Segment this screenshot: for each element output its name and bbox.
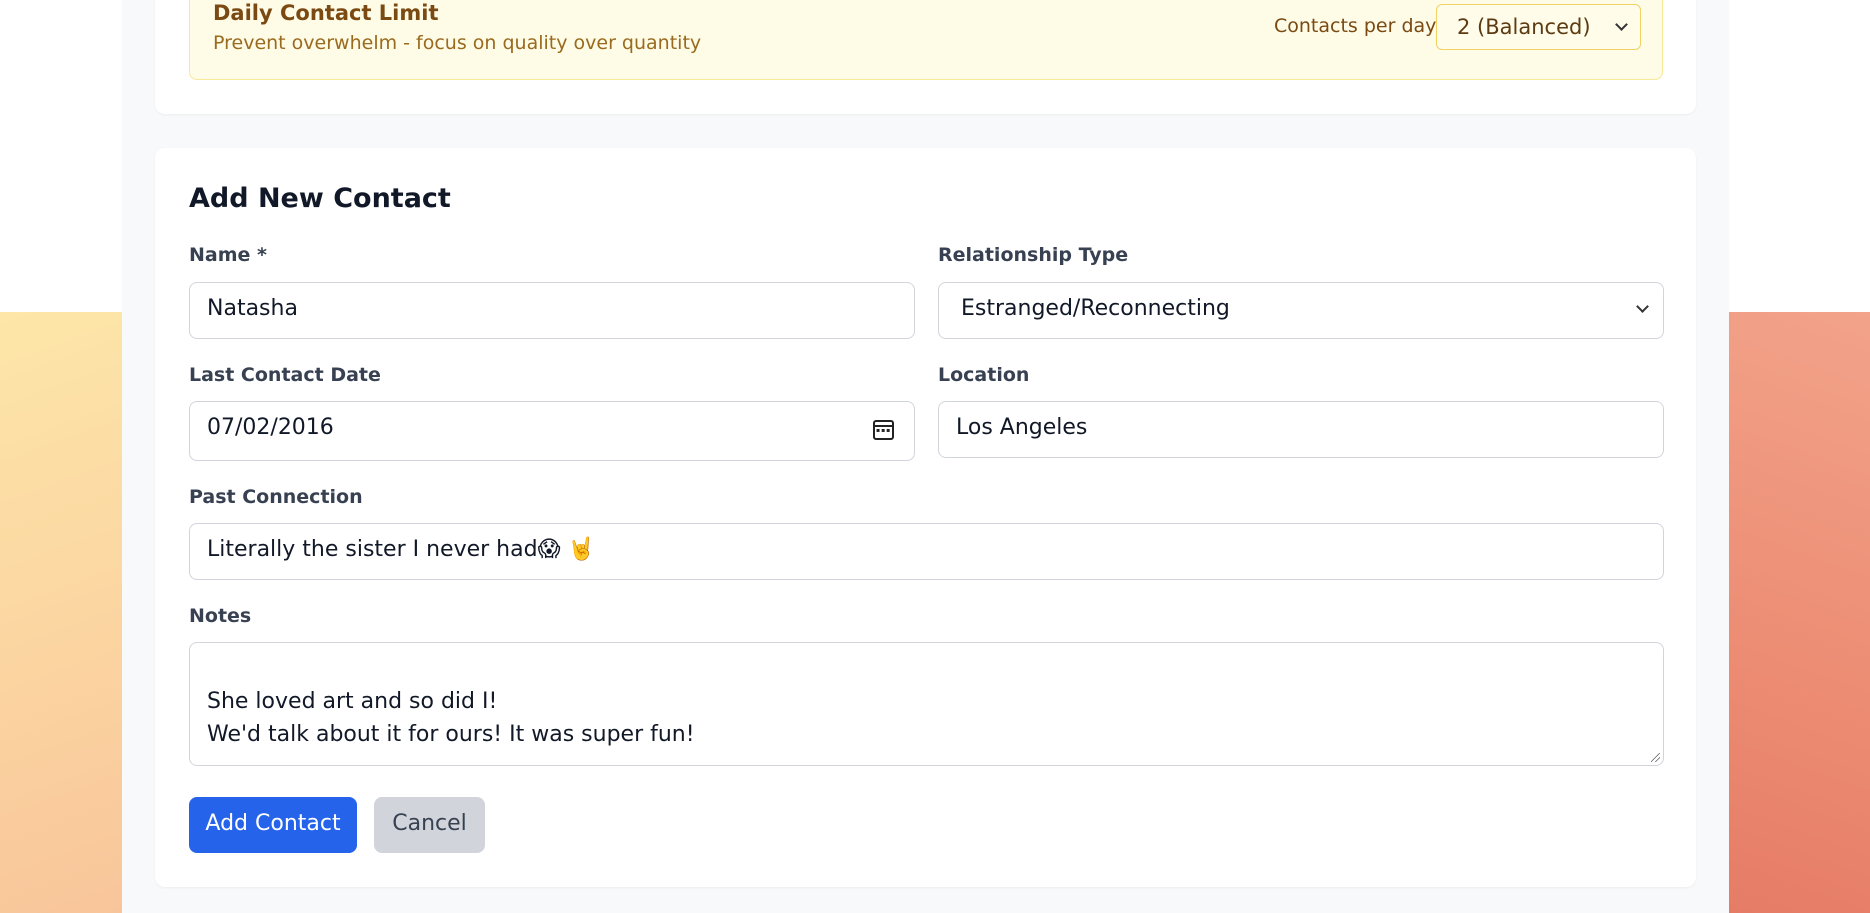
main-container: Daily Contact Limit Prevent overwhelm - … <box>122 0 1729 913</box>
contacts-per-day-value: 2 (Balanced) <box>1457 15 1591 39</box>
last-contact-date-input[interactable]: 07/02/2016 <box>189 401 915 461</box>
name-input[interactable]: Natasha <box>189 282 915 339</box>
notes-textarea[interactable]: She loved art and so did I! We'd talk ab… <box>189 642 1664 766</box>
cancel-button[interactable]: Cancel <box>374 797 485 853</box>
background-gradient-right <box>1729 312 1870 913</box>
location-input[interactable]: Los Angeles <box>938 401 1664 458</box>
notes-value: She loved art and so did I! We'd talk ab… <box>207 689 695 747</box>
last-contact-date-label: Last Contact Date <box>189 364 381 386</box>
notes-label: Notes <box>189 605 252 627</box>
daily-limit-title: Daily Contact Limit <box>213 1 439 25</box>
last-contact-date-value: 07/02/2016 <box>207 415 334 440</box>
form-title: Add New Contact <box>189 183 451 214</box>
chevron-down-icon <box>1615 18 1628 31</box>
daily-limit-subtitle: Prevent overwhelm - focus on quality ove… <box>213 32 702 54</box>
name-label: Name * <box>189 244 267 266</box>
settings-card: Daily Contact Limit Prevent overwhelm - … <box>155 0 1696 114</box>
add-contact-card: Add New Contact Name * Natasha Relations… <box>155 148 1696 887</box>
calendar-icon[interactable] <box>873 420 894 440</box>
relationship-type-label: Relationship Type <box>938 244 1129 266</box>
relationship-type-value: Estranged/Reconnecting <box>961 296 1230 321</box>
past-connection-label: Past Connection <box>189 486 363 508</box>
contacts-per-day-label: Contacts per day: <box>1274 15 1442 37</box>
past-connection-input[interactable]: Literally the sister I never had😱 🤘 <box>189 523 1664 580</box>
add-contact-button[interactable]: Add Contact <box>189 797 357 853</box>
background-gradient-left <box>0 312 122 913</box>
location-label: Location <box>938 364 1030 386</box>
chevron-down-icon <box>1636 300 1649 313</box>
resize-handle-icon[interactable] <box>1651 753 1660 762</box>
daily-limit-banner: Daily Contact Limit Prevent overwhelm - … <box>189 0 1663 80</box>
contacts-per-day-select[interactable]: 2 (Balanced) <box>1436 4 1641 50</box>
relationship-type-select[interactable]: Estranged/Reconnecting <box>938 282 1664 339</box>
